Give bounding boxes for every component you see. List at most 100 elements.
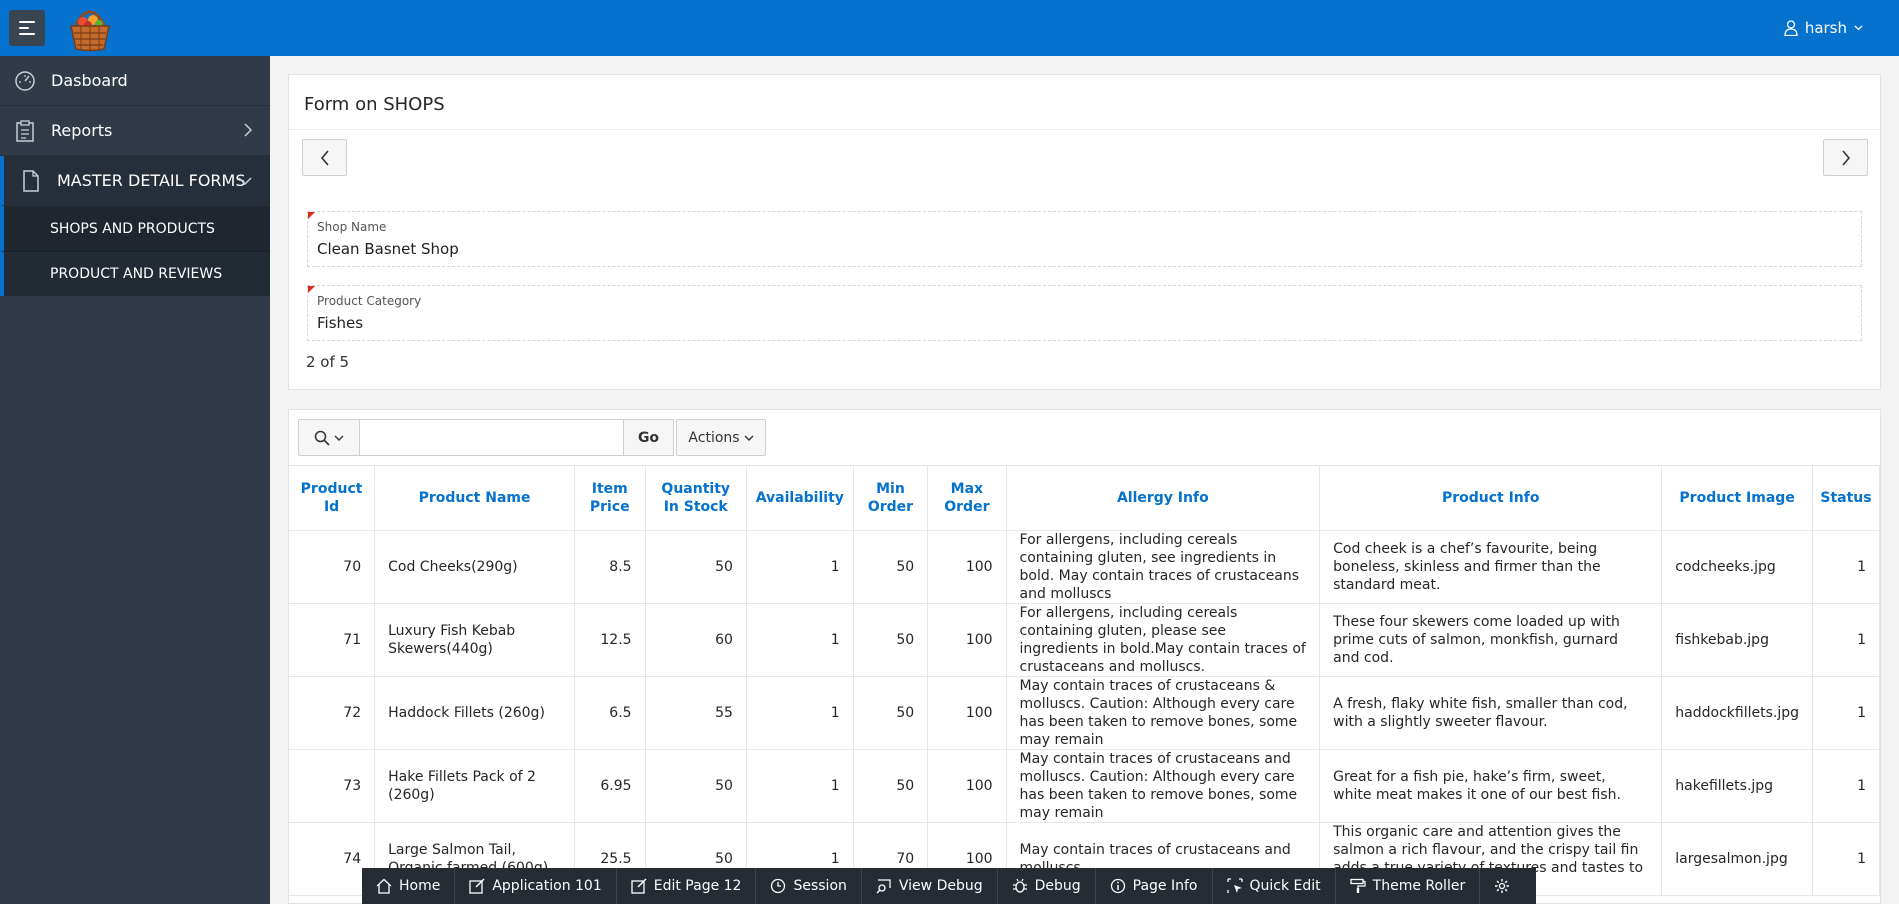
cell-allergy-info: May contain traces of crustaceans & moll… xyxy=(1006,676,1321,750)
cell-product-image: largesalmon.jpg xyxy=(1661,822,1813,896)
dev-debug-button[interactable]: Debug xyxy=(998,868,1096,904)
dev-view-debug-button[interactable]: View Debug xyxy=(862,868,998,904)
cell-min-order: 50 xyxy=(853,603,929,677)
dev-session-button[interactable]: Session xyxy=(756,868,862,904)
cell-availability: 1 xyxy=(746,749,854,823)
column-header-product-name[interactable]: Product Name xyxy=(374,465,575,531)
shop-name-field[interactable]: Shop Name Clean Basnet Shop xyxy=(307,211,1862,267)
column-header-min-order[interactable]: Min Order xyxy=(853,465,929,531)
dev-label: View Debug xyxy=(898,878,983,894)
cell-product-info: Cod cheek is a chef’s favourite, being b… xyxy=(1319,530,1663,604)
cell-product-info: A fresh, flaky white fish, smaller than … xyxy=(1319,676,1663,750)
search-icon xyxy=(314,430,330,446)
menu-icon xyxy=(19,21,35,23)
sidebar-item-reports[interactable]: Reports xyxy=(0,106,270,156)
developer-toolbar: Home Application 101 Edit Page 12 Sessio… xyxy=(362,868,1536,904)
quick-edit-icon xyxy=(1226,878,1243,893)
cell-max-order: 100 xyxy=(927,749,1007,823)
column-header-product-id[interactable]: Product Id xyxy=(289,465,376,531)
user-menu[interactable]: harsh xyxy=(1784,19,1863,37)
clock-icon xyxy=(771,878,786,894)
column-header-max-order[interactable]: Max Order xyxy=(927,465,1007,531)
dev-quick-edit-button[interactable]: Quick Edit xyxy=(1213,868,1336,904)
sidebar-subitem-shops-and-products[interactable]: SHOPS AND PRODUCTS xyxy=(0,206,270,251)
clipboard-icon xyxy=(13,119,37,143)
sidebar-item-master-detail-forms[interactable]: MASTER DETAIL FORMS xyxy=(0,156,270,206)
dev-edit-page-button[interactable]: Edit Page 12 xyxy=(617,868,757,904)
search-column-button[interactable] xyxy=(298,419,360,456)
go-button[interactable]: Go xyxy=(624,419,674,456)
column-header-allergy-info[interactable]: Allergy Info xyxy=(1006,465,1321,531)
chevron-down-icon xyxy=(238,177,252,185)
chevron-down-icon xyxy=(1854,25,1863,31)
dev-settings-button[interactable] xyxy=(1480,868,1524,904)
cell-product-name: Luxury Fish Kebab Skewers(440g) xyxy=(374,603,575,677)
next-record-button[interactable] xyxy=(1823,139,1868,176)
dev-label: Home xyxy=(399,878,441,894)
product-category-field[interactable]: Product Category Fishes xyxy=(307,285,1862,341)
edit-icon xyxy=(631,878,647,894)
table-header-row: Product Id Product Name Item Price Quant… xyxy=(289,465,1880,531)
dev-label: Application 101 xyxy=(492,878,602,894)
cell-status: 1 xyxy=(1812,749,1880,823)
user-icon xyxy=(1784,20,1798,36)
sidebar: Dasboard Reports MASTER DETAIL FORMS SHO… xyxy=(0,56,270,904)
dev-label: Page Info xyxy=(1132,878,1198,894)
sidebar-item-label: Dasboard xyxy=(51,71,128,90)
basket-logo-icon[interactable] xyxy=(66,5,114,53)
document-icon xyxy=(19,169,43,193)
actions-menu-button[interactable]: Actions xyxy=(676,419,766,456)
cell-status: 1 xyxy=(1812,530,1880,604)
cell-max-order: 100 xyxy=(927,530,1007,604)
dev-page-info-button[interactable]: Page Info xyxy=(1096,868,1213,904)
cell-product-image: haddockfillets.jpg xyxy=(1661,676,1813,750)
field-value: Clean Basnet Shop xyxy=(317,240,459,258)
cell-status: 1 xyxy=(1812,676,1880,750)
column-header-product-image[interactable]: Product Image xyxy=(1661,465,1813,531)
column-header-quantity[interactable]: Quantity In Stock xyxy=(645,465,747,531)
cell-availability: 1 xyxy=(746,603,854,677)
search-input[interactable] xyxy=(360,419,624,456)
table-row: 73 Hake Fillets Pack of 2 (260g) 6.95 50… xyxy=(289,749,1880,823)
bug-icon xyxy=(1012,878,1027,893)
cell-max-order: 100 xyxy=(927,603,1007,677)
column-header-item-price[interactable]: Item Price xyxy=(574,465,646,531)
home-icon xyxy=(376,878,392,894)
chevron-right-icon xyxy=(244,123,252,137)
required-indicator xyxy=(308,212,315,219)
edit-icon xyxy=(469,878,485,894)
dev-label: Debug xyxy=(1034,878,1081,894)
cell-quantity: 55 xyxy=(645,676,747,750)
dev-label: Theme Roller xyxy=(1372,878,1466,894)
cell-product-id: 73 xyxy=(289,749,376,823)
cell-quantity: 60 xyxy=(645,603,747,677)
menu-toggle-button[interactable] xyxy=(9,10,45,46)
actions-label: Actions xyxy=(688,429,740,446)
cell-status: 1 xyxy=(1812,603,1880,677)
view-debug-icon xyxy=(876,879,891,894)
cell-item-price: 12.5 xyxy=(574,603,646,677)
column-header-availability[interactable]: Availability xyxy=(746,465,854,531)
column-header-product-info[interactable]: Product Info xyxy=(1319,465,1663,531)
field-value: Fishes xyxy=(317,314,364,332)
field-label: Product Category xyxy=(317,294,422,308)
cell-product-id: 71 xyxy=(289,603,376,677)
sidebar-subitem-product-and-reviews[interactable]: PRODUCT AND REVIEWS xyxy=(0,251,270,296)
dev-label: Quick Edit xyxy=(1249,878,1321,894)
record-counter: 2 of 5 xyxy=(306,353,350,371)
dev-home-button[interactable]: Home xyxy=(362,868,456,904)
cell-product-image: hakefillets.jpg xyxy=(1661,749,1813,823)
cell-min-order: 50 xyxy=(853,676,929,750)
column-header-status[interactable]: Status xyxy=(1812,465,1880,531)
info-icon xyxy=(1110,878,1125,894)
dev-application-button[interactable]: Application 101 xyxy=(455,868,617,904)
cell-product-name: Haddock Fillets (260g) xyxy=(374,676,575,750)
previous-record-button[interactable] xyxy=(302,139,347,176)
cell-product-info: These four skewers come loaded up with p… xyxy=(1319,603,1663,677)
chevron-down-icon xyxy=(744,435,754,441)
top-header: harsh xyxy=(0,0,1899,56)
menu-icon-line xyxy=(19,33,35,35)
cell-item-price: 6.95 xyxy=(574,749,646,823)
sidebar-item-dashboard[interactable]: Dasboard xyxy=(0,56,270,106)
dev-theme-roller-button[interactable]: Theme Roller xyxy=(1336,868,1481,904)
